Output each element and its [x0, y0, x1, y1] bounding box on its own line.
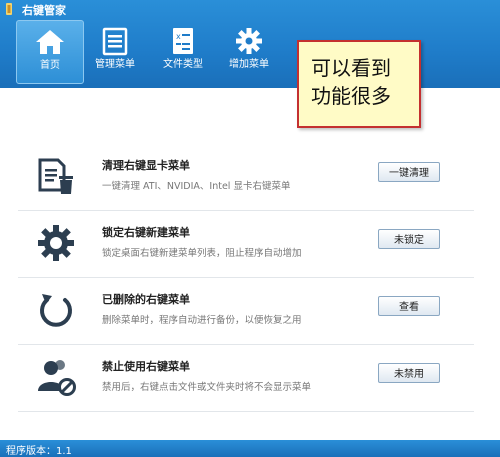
- file-type-icon: x: [173, 28, 193, 54]
- tab-add-menu[interactable]: 增加菜单: [216, 20, 282, 82]
- tab-file-type-label: 文件类型: [163, 59, 203, 70]
- window-title: 右键管家: [22, 4, 66, 17]
- tab-file-type[interactable]: x 文件类型: [150, 20, 216, 82]
- tab-home[interactable]: 首页: [16, 20, 84, 84]
- menu-list-icon: [102, 27, 128, 56]
- feature-description: 禁用后，右键点击文件或文件夹时将不会显示菜单: [102, 382, 312, 393]
- gear-icon: [236, 28, 262, 54]
- header: 右键管家 首页 管理菜单 x 文件类型 增加菜单: [0, 0, 500, 88]
- feature-title: 禁止使用右键菜单: [102, 360, 190, 373]
- app-logo-icon: [6, 3, 12, 15]
- view-deleted-button[interactable]: 查看: [378, 296, 440, 316]
- version-text: 程序版本：1.1: [6, 446, 72, 457]
- tab-manage-menu-label: 管理菜单: [95, 59, 135, 70]
- feature-title: 已删除的右键菜单: [102, 293, 190, 306]
- tab-add-menu-label: 增加菜单: [229, 59, 269, 70]
- annotation-line-2: 功能很多: [311, 84, 391, 108]
- annotation-line-1: 可以看到: [311, 56, 391, 80]
- feature-title: 锁定右键新建菜单: [102, 226, 190, 239]
- disable-menu-button[interactable]: 未禁用: [378, 363, 440, 383]
- feature-clean-gpu-menu: 清理右键显卡菜单 一键清理 ATI、NVIDIA、Intel 显卡右键菜单 一键…: [18, 144, 474, 211]
- tab-home-label: 首页: [40, 60, 60, 71]
- feature-lock-new-menu: 锁定右键新建菜单 锁定桌面右键新建菜单列表，阻止程序自动增加 未锁定: [18, 211, 474, 278]
- tab-manage-menu[interactable]: 管理菜单: [82, 20, 148, 82]
- feature-deleted-menus: 已删除的右键菜单 删除菜单时，程序自动进行备份，以便恢复之用 查看: [18, 278, 474, 345]
- svg-text:x: x: [176, 32, 181, 41]
- app-window: 右键管家 首页 管理菜单 x 文件类型 增加菜单 清理右键显卡菜单 一键清理 A…: [0, 0, 500, 457]
- restore-arrow-icon: [40, 294, 72, 327]
- gear-icon: [38, 225, 74, 261]
- feature-title: 清理右键显卡菜单: [102, 159, 190, 172]
- lock-new-menu-button[interactable]: 未锁定: [378, 229, 440, 249]
- feature-description: 一键清理 ATI、NVIDIA、Intel 显卡右键菜单: [102, 181, 291, 192]
- feature-description: 删除菜单时，程序自动进行备份，以便恢复之用: [102, 315, 302, 326]
- status-bar: 程序版本：1.1: [0, 440, 500, 457]
- document-trash-icon: [38, 158, 73, 194]
- feature-disable-menu: 禁止使用右键菜单 禁用后，右键点击文件或文件夹时将不会显示菜单 未禁用: [18, 345, 474, 412]
- feature-description: 锁定桌面右键新建菜单列表，阻止程序自动增加: [102, 248, 302, 259]
- users-blocked-icon: [38, 360, 76, 396]
- home-icon: [36, 30, 64, 54]
- title-bar: 右键管家: [0, 0, 500, 18]
- annotation-callout: 可以看到 功能很多: [297, 40, 421, 128]
- main-content: 清理右键显卡菜单 一键清理 ATI、NVIDIA、Intel 显卡右键菜单 一键…: [0, 88, 500, 440]
- clean-gpu-menu-button[interactable]: 一键清理: [378, 162, 440, 182]
